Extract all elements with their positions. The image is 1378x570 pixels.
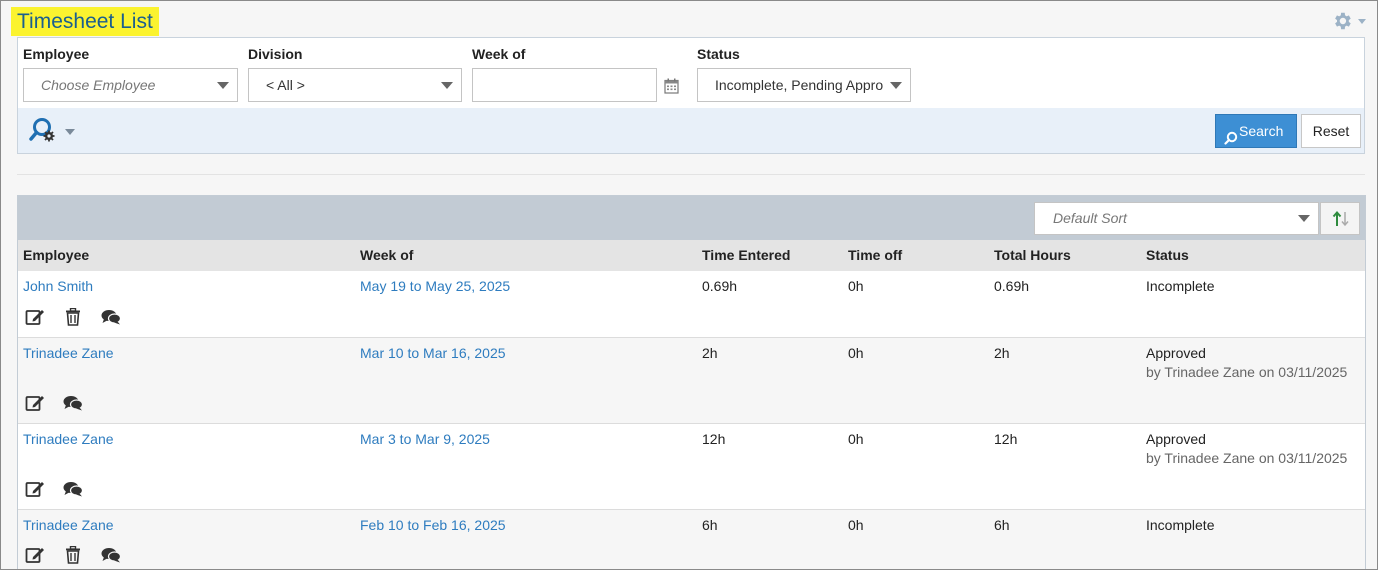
- comments-icon: [63, 482, 83, 497]
- status-select-value: Incomplete, Pending Appro: [715, 77, 884, 93]
- gear-icon: [1335, 12, 1351, 30]
- search-settings-icon: [29, 118, 55, 142]
- comments-icon: [101, 548, 121, 563]
- comments-button[interactable]: [101, 547, 121, 563]
- edit-icon: [25, 548, 44, 563]
- table-row: John Smith May 19 to May 25, 2025 0.69h …: [18, 271, 1365, 338]
- edit-button[interactable]: [25, 546, 45, 564]
- chevron-down-icon: [890, 82, 902, 89]
- week-link[interactable]: Mar 3 to Mar 9, 2025: [360, 431, 490, 447]
- status-detail: by Trinadee Zane on 03/11/2025: [1146, 364, 1348, 380]
- edit-icon: [25, 482, 44, 497]
- search-button-label: Search: [1239, 123, 1284, 139]
- week-link[interactable]: Mar 10 to Mar 16, 2025: [360, 345, 506, 361]
- trash-icon: [66, 546, 80, 564]
- table-row: Trinadee Zane Feb 10 to Feb 16, 2025 6h …: [18, 510, 1365, 569]
- comments-button[interactable]: [63, 481, 83, 497]
- employee-select-placeholder: Choose Employee: [41, 77, 156, 93]
- edit-button[interactable]: [25, 394, 45, 412]
- delete-button[interactable]: [65, 308, 81, 326]
- status-select[interactable]: Incomplete, Pending Appro: [697, 68, 911, 102]
- chevron-down-icon: [441, 82, 453, 89]
- sort-direction-button[interactable]: [1320, 202, 1360, 235]
- sort-arrows-icon: [1332, 210, 1349, 227]
- employee-filter-label: Employee: [23, 46, 90, 62]
- delete-button[interactable]: [65, 546, 81, 564]
- trash-icon: [66, 308, 80, 326]
- week-of-input[interactable]: [472, 68, 657, 102]
- edit-button[interactable]: [25, 480, 45, 498]
- column-header-total-hours[interactable]: Total Hours: [994, 240, 1071, 271]
- status-cell: Incomplete: [1146, 517, 1215, 533]
- time-entered-cell: 0.69h: [702, 278, 738, 294]
- chevron-down-icon: [1298, 215, 1310, 222]
- sort-select[interactable]: Default Sort: [1034, 202, 1319, 235]
- comments-button[interactable]: [63, 395, 83, 411]
- division-select-value: < All >: [266, 77, 305, 93]
- column-header-status[interactable]: Status: [1146, 240, 1189, 271]
- time-entered-cell: 12h: [702, 431, 726, 447]
- week-link[interactable]: May 19 to May 25, 2025: [360, 278, 510, 294]
- edit-icon: [25, 396, 44, 411]
- status-filter-label: Status: [697, 46, 740, 62]
- time-off-cell: 0h: [848, 278, 864, 294]
- grid-toolbar: Default Sort: [18, 196, 1365, 240]
- comments-icon: [101, 310, 121, 325]
- search-icon: [1224, 124, 1238, 156]
- table-header: Employee Week of Time Entered Time off T…: [18, 240, 1365, 271]
- status-cell: Approved: [1146, 431, 1206, 447]
- time-off-cell: 0h: [848, 517, 864, 533]
- edit-button[interactable]: [25, 308, 45, 326]
- chevron-down-icon: [65, 129, 75, 135]
- time-entered-cell: 2h: [702, 345, 718, 361]
- division-select[interactable]: < All >: [248, 68, 462, 102]
- column-header-time-entered[interactable]: Time Entered: [702, 240, 790, 271]
- week-of-filter-label: Week of: [472, 46, 526, 62]
- filter-panel: Employee Choose Employee Division < All …: [17, 37, 1365, 154]
- table-row: Trinadee Zane Mar 3 to Mar 9, 2025 12h 0…: [18, 424, 1365, 510]
- calendar-icon: [664, 78, 679, 94]
- table-row: Trinadee Zane Mar 10 to Mar 16, 2025 2h …: [18, 338, 1365, 424]
- chevron-down-icon: [217, 82, 229, 89]
- reset-button[interactable]: Reset: [1301, 114, 1361, 148]
- time-off-cell: 0h: [848, 345, 864, 361]
- page-title: Timesheet List: [11, 7, 159, 36]
- column-header-week-of[interactable]: Week of: [360, 240, 413, 271]
- settings-menu-button[interactable]: [1331, 10, 1367, 32]
- time-off-cell: 0h: [848, 431, 864, 447]
- comments-icon: [63, 396, 83, 411]
- edit-icon: [25, 310, 44, 325]
- employee-link[interactable]: Trinadee Zane: [23, 431, 114, 447]
- app-frame: Timesheet List Employee Choose Employee …: [0, 0, 1378, 570]
- employee-link[interactable]: John Smith: [23, 278, 93, 294]
- status-cell: Approved: [1146, 345, 1206, 361]
- search-button[interactable]: Search: [1215, 114, 1297, 148]
- employee-link[interactable]: Trinadee Zane: [23, 517, 114, 533]
- timesheet-grid: Default Sort Employee Week of Time Enter…: [17, 195, 1366, 569]
- chevron-down-icon: [1358, 19, 1366, 24]
- total-hours-cell: 12h: [994, 431, 1018, 447]
- calendar-button[interactable]: [664, 78, 679, 97]
- sort-select-placeholder: Default Sort: [1053, 210, 1127, 226]
- column-header-time-off[interactable]: Time off: [848, 240, 902, 271]
- comments-button[interactable]: [101, 309, 121, 325]
- total-hours-cell: 0.69h: [994, 278, 1030, 294]
- total-hours-cell: 2h: [994, 345, 1010, 361]
- time-entered-cell: 6h: [702, 517, 718, 533]
- status-cell: Incomplete: [1146, 278, 1215, 294]
- section-divider: [17, 174, 1365, 175]
- week-link[interactable]: Feb 10 to Feb 16, 2025: [360, 517, 506, 533]
- advanced-search-button[interactable]: [29, 117, 79, 145]
- division-filter-label: Division: [248, 46, 303, 62]
- employee-select[interactable]: Choose Employee: [23, 68, 238, 102]
- total-hours-cell: 6h: [994, 517, 1010, 533]
- column-header-employee[interactable]: Employee: [23, 240, 89, 271]
- filter-action-bar: Search Reset: [18, 108, 1364, 153]
- status-detail: by Trinadee Zane on 03/11/2025: [1146, 450, 1348, 466]
- employee-link[interactable]: Trinadee Zane: [23, 345, 114, 361]
